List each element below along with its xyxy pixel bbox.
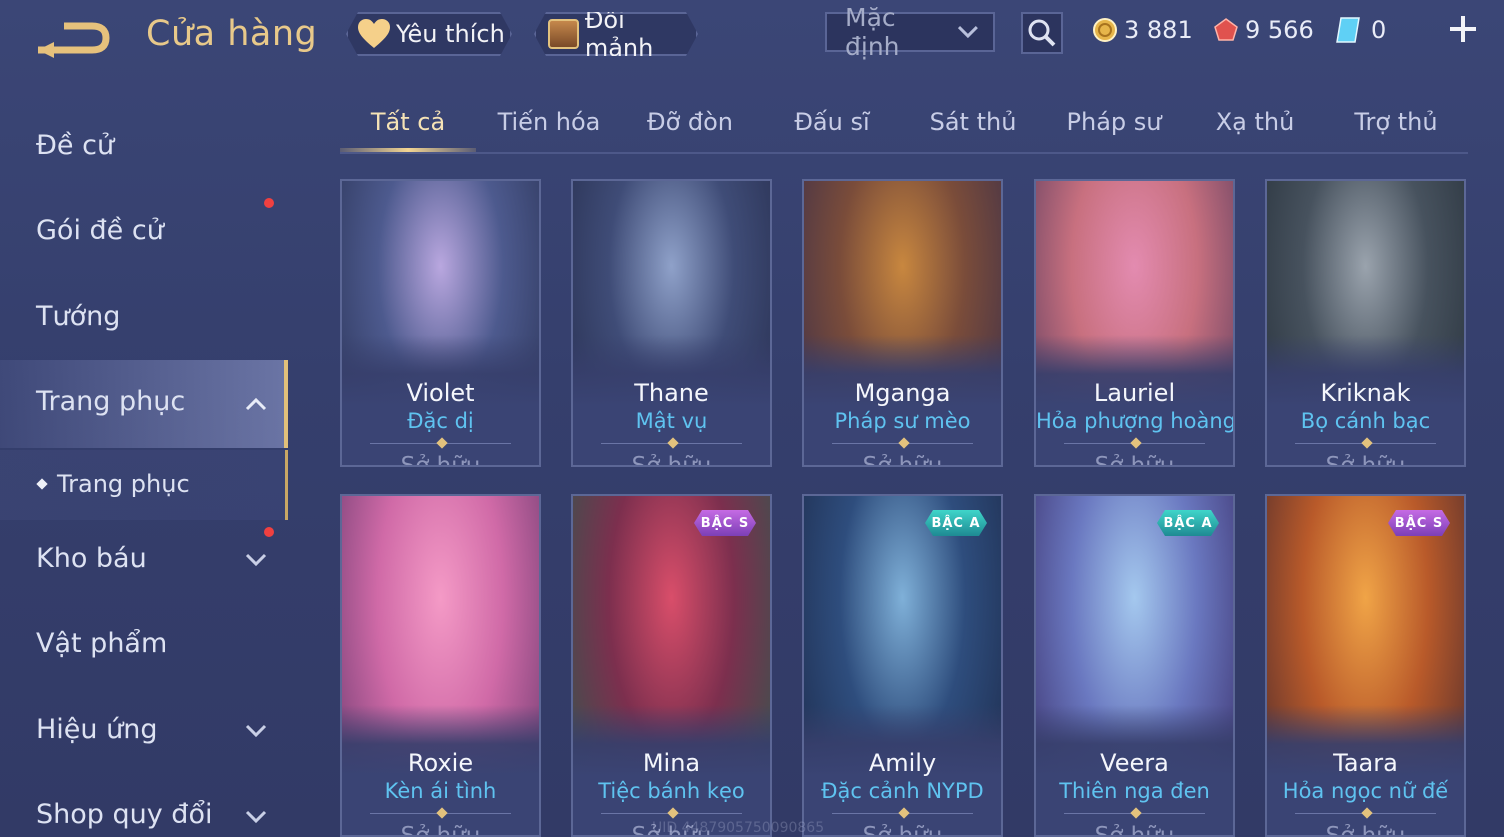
chevron-down-icon [245,724,267,738]
owned-status: Sở hữu [1094,823,1175,837]
skin-card[interactable]: Mina Tiệc bánh kẹo Sở hữu BẬC S [571,494,772,837]
skin-name: Hỏa phượng hoàng [1036,409,1235,433]
tab-0[interactable]: Tất cả [340,108,476,136]
skin-name: Đặc dị [407,409,474,433]
skin-card[interactable]: Amily Đặc cảnh NYPD Sở hữu BẬC A [802,494,1003,837]
uid-watermark: UID 4487905750090865 [652,820,825,836]
hero-name: Thane [634,379,709,407]
chevron-down-icon [245,553,267,567]
skin-name: Thiên nga đen [1059,779,1210,803]
sidebar-item-recommended-packs[interactable]: Gói đề cử [36,215,164,246]
owned-status: Sở hữu [862,453,943,467]
skin-card[interactable]: Veera Thiên nga đen Sở hữu BẬC A [1034,494,1235,837]
owned-status: Sở hữu [1094,453,1175,467]
skin-name: Mật vụ [635,409,708,433]
exchange-fragments-button[interactable]: Đổi mảnh [534,12,698,56]
sidebar-subitem-skins[interactable]: Trang phục [57,470,190,498]
ruby-gem-icon [1214,18,1238,41]
skin-card[interactable]: Taara Hỏa ngọc nữ đế Sở hữu BẬC S [1265,494,1466,837]
owned-status: Sở hữu [1325,453,1406,467]
page-title: Cửa hàng [146,14,318,54]
skin-card[interactable]: Violet Đặc dị Sở hữu [340,179,541,467]
notification-dot [264,198,274,208]
owned-status: Sở hữu [631,453,712,467]
favorites-button[interactable]: Yêu thích [346,12,512,56]
chevron-down-icon [245,810,267,824]
skin-card[interactable]: Lauriel Hỏa phượng hoàng Sở hữu [1034,179,1235,467]
tab-5[interactable]: Pháp sư [1046,108,1182,136]
sort-dropdown[interactable]: Mặc định [825,3,995,61]
ruby-balance: 9 566 [1213,12,1314,48]
owned-status: Sở hữu [862,823,943,837]
tab-3[interactable]: Đấu sĩ [764,108,900,136]
tab-2[interactable]: Đỡ đòn [622,108,758,136]
chevron-up-icon [245,397,267,411]
favorites-label: Yêu thích [396,20,505,48]
skin-card[interactable]: Roxie Kèn ái tình Sở hữu [340,494,541,837]
sidebar-item-items[interactable]: Vật phẩm [36,628,167,659]
hero-name: Kriknak [1320,379,1411,407]
skin-name: Kèn ái tình [384,779,497,803]
skin-name: Đặc cảnh NYPD [821,779,984,803]
hero-name: Lauriel [1093,379,1176,407]
sidebar-item-effects[interactable]: Hiệu ứng [36,714,157,745]
gold-balance: 3 881 [1092,12,1193,48]
chevron-down-icon [958,25,979,39]
sidebar-item-heroes[interactable]: Tướng [36,301,120,332]
owned-status: Sở hữu [400,823,481,837]
voucher-balance: 0 [1335,12,1386,48]
notification-dot [264,527,274,537]
skin-name: Hỏa ngọc nữ đế [1282,779,1449,803]
skin-name: Pháp sư mèo [834,409,971,433]
skin-card[interactable]: Mganga Pháp sư mèo Sở hữu [802,179,1003,467]
search-icon [1028,19,1056,47]
tier-badge: BẬC A [1157,510,1219,536]
hero-name: Roxie [407,749,474,777]
sidebar-item-exchange-shop[interactable]: Shop quy đổi [36,799,212,830]
owned-status: Sở hữu [400,453,481,467]
plus-icon[interactable] [1448,14,1478,44]
active-tab-underline [340,148,476,152]
skin-name: Bọ cánh bạc [1300,409,1431,433]
hero-name: Mina [642,749,701,777]
hero-name: Mganga [854,379,951,407]
tier-badge: BẬC A [925,510,987,536]
skin-name: Tiệc bánh kẹo [598,779,745,803]
sort-label: Mặc định [845,3,900,61]
sidebar-item-skins[interactable]: Trang phục [36,386,185,417]
back-arrow-icon[interactable] [34,20,112,60]
exchange-label: Đổi mảnh [584,6,654,62]
tab-4[interactable]: Sát thủ [905,108,1041,136]
tier-badge: BẬC S [694,510,756,536]
skin-card[interactable]: Thane Mật vụ Sở hữu [571,179,772,467]
search-button[interactable] [1021,12,1063,54]
tab-7[interactable]: Trợ thủ [1328,108,1464,136]
gold-coin-icon [1093,18,1117,42]
heart-icon [356,18,392,50]
hero-name: Amily [868,749,937,777]
hero-name: Taara [1333,749,1398,777]
tier-badge: BẬC S [1388,510,1450,536]
hero-name: Violet [406,379,475,407]
owned-status: Sở hữu [1325,823,1406,837]
hero-name: Veera [1100,749,1169,777]
tab-6[interactable]: Xạ thủ [1187,108,1323,136]
sidebar-item-recommended[interactable]: Đề cử [36,130,114,161]
tab-1[interactable]: Tiến hóa [481,108,617,136]
sidebar-item-treasure[interactable]: Kho báu [36,543,147,574]
skin-card[interactable]: Kriknak Bọ cánh bạc Sở hữu [1265,179,1466,467]
voucher-ticket-icon [1336,17,1360,43]
treasure-chest-icon [548,19,579,49]
